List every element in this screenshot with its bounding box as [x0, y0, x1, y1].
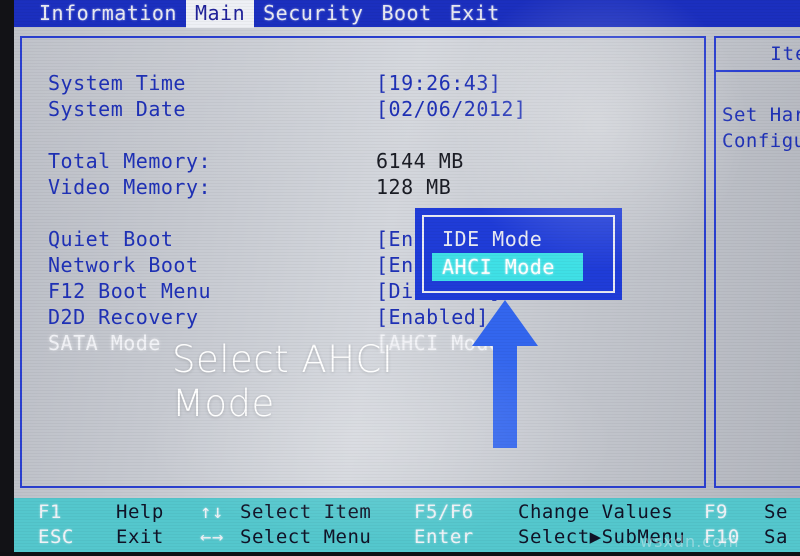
annotation-line-1: Select AHCI — [172, 338, 394, 381]
status-desc: Sa — [764, 526, 788, 548]
annotation-up-arrow-icon — [472, 300, 538, 448]
status-column-3: F5/F6 Change Values Enter Select▶SubMenu — [414, 500, 685, 550]
item-help-header: Item — [716, 38, 800, 72]
status-desc: Select Item — [240, 501, 372, 523]
menu-bar: Information Main Security Boot Exit — [14, 0, 800, 28]
row-system-date[interactable]: System Date [02/06/2012] — [42, 96, 692, 122]
menu-tab-boot[interactable]: Boot — [372, 0, 440, 28]
item-help-panel: Item Set Hard Configur — [714, 36, 800, 488]
row-system-time[interactable]: System Time [19:26:43] — [42, 70, 692, 96]
item-help-line-1: Set Hard — [722, 104, 800, 126]
status-hint-leftright: ←→ Select Menu — [184, 525, 371, 550]
status-hint-f5f6: F5/F6 Change Values — [414, 500, 685, 525]
status-hint-f1: F1 Help — [38, 500, 164, 525]
status-hint-esc: ESC Exit — [38, 525, 164, 550]
menu-tab-information[interactable]: Information — [30, 0, 186, 28]
status-key: F9 — [704, 501, 728, 523]
status-desc: Help — [116, 501, 164, 523]
status-key: F5/F6 — [414, 501, 474, 523]
row-label: Total Memory: — [48, 149, 212, 173]
annotation-line-2: Mode — [172, 382, 275, 425]
status-desc: Select Menu — [240, 526, 372, 548]
row-label: D2D Recovery — [48, 305, 199, 329]
row-label: Video Memory: — [48, 175, 212, 199]
status-hint-f9: F9 Se — [704, 500, 788, 525]
status-hint-enter: Enter Select▶SubMenu — [414, 525, 685, 550]
status-hint-updown: ↑↓ Select Item — [184, 500, 371, 525]
dropdown-option-ahci-mode[interactable]: AHCI Mode — [432, 253, 583, 281]
status-column-1: F1 Help ESC Exit — [38, 500, 164, 550]
row-label: System Time — [48, 71, 186, 95]
item-help-line-2: Configur — [722, 130, 800, 152]
screen-bezel-bottom — [0, 552, 800, 556]
arrow-left-right-icon: ←→ — [200, 526, 224, 548]
item-help-body: Set Hard Configur — [716, 72, 800, 154]
status-desc: Select▶SubMenu — [518, 526, 686, 548]
screen-bezel-left — [0, 0, 14, 556]
status-desc: Se — [764, 501, 788, 523]
row-d2d-recovery[interactable]: D2D Recovery [Enabled] — [42, 304, 692, 330]
status-bar: F1 Help ESC Exit ↑↓ Select Item ←→ Select Me… — [14, 498, 800, 552]
dropdown-frame: IDE Mode AHCI Mode — [422, 215, 615, 293]
sata-mode-dropdown[interactable]: IDE Mode AHCI Mode — [415, 208, 622, 300]
bios-setup-screen: Information Main Security Boot Exit Syst… — [0, 0, 800, 556]
menu-tab-main[interactable]: Main — [185, 0, 255, 28]
item-help-title: Item — [770, 43, 800, 65]
row-value: [19:26:43] — [376, 71, 502, 95]
status-hint-f10: F10 Sa — [704, 525, 788, 550]
row-total-memory: Total Memory: 6144 MB — [42, 148, 692, 174]
status-key: F1 — [38, 501, 62, 523]
row-label: SATA Mode — [48, 331, 161, 355]
content-area: System Time [19:26:43] System Date [02/0… — [14, 27, 800, 498]
annotation-text: Select AHCI Mode — [172, 338, 472, 426]
status-key: ESC — [38, 526, 74, 548]
status-desc: Exit — [116, 526, 164, 548]
row-label: Network Boot — [48, 253, 199, 277]
row-value: [02/06/2012] — [376, 97, 527, 121]
row-label: F12 Boot Menu — [48, 279, 212, 303]
row-video-memory: Video Memory: 128 MB — [42, 174, 692, 200]
status-key: F10 — [704, 526, 740, 548]
row-label: System Date — [48, 97, 186, 121]
row-value: 128 MB — [376, 175, 452, 199]
row-value: 6144 MB — [376, 149, 464, 173]
menu-tab-exit[interactable]: Exit — [441, 0, 509, 28]
status-desc: Change Values — [518, 501, 674, 523]
status-column-4: F9 Se F10 Sa — [704, 500, 788, 550]
row-label: Quiet Boot — [48, 227, 174, 251]
status-column-2: ↑↓ Select Item ←→ Select Menu — [184, 500, 371, 550]
status-key: Enter — [414, 526, 474, 548]
menu-tab-security[interactable]: Security — [254, 0, 372, 28]
row-spacer — [42, 122, 692, 148]
dropdown-option-ide-mode[interactable]: IDE Mode — [424, 225, 613, 253]
arrow-up-down-icon: ↑↓ — [200, 501, 224, 523]
